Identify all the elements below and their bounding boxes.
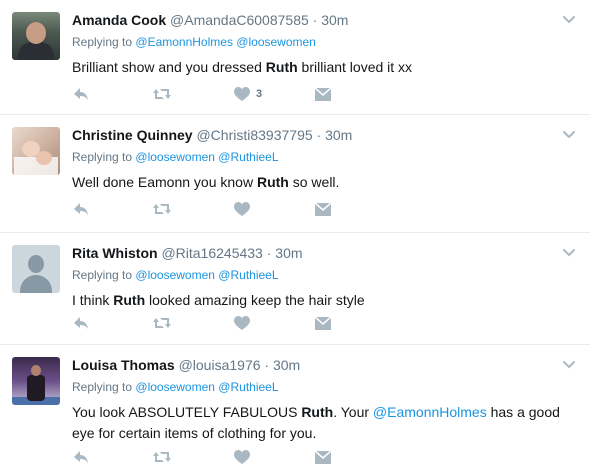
direct-message-button[interactable] xyxy=(315,201,331,217)
replying-to-label: Replying to xyxy=(72,268,133,282)
chevron-down-icon[interactable] xyxy=(562,245,576,259)
mention-link[interactable]: @EamonnHolmes xyxy=(135,35,233,49)
display-name[interactable]: Christine Quinney xyxy=(72,127,193,143)
replying-to-label: Replying to xyxy=(72,380,133,394)
text-part: brilliant loved it xx xyxy=(297,59,413,75)
mention-link[interactable]: @loosewomen xyxy=(135,268,215,282)
envelope-icon xyxy=(315,450,331,464)
avatar[interactable] xyxy=(12,357,60,405)
tweet-text: You look ABSOLUTELY FABULOUS Ruth. Your … xyxy=(72,402,578,444)
mention-link[interactable]: @RuthieeL xyxy=(218,268,278,282)
display-name[interactable]: Amanda Cook xyxy=(72,12,166,28)
separator-dot: · xyxy=(266,245,272,261)
highlighted-keyword: Ruth xyxy=(256,174,289,190)
heart-icon xyxy=(234,449,250,465)
timestamp[interactable]: 30m xyxy=(325,127,352,143)
replying-to: Replying to @loosewomen @RuthieeL xyxy=(72,266,578,284)
mention-link[interactable]: @RuthieeL xyxy=(218,150,278,164)
replying-to: Replying to @EamonnHolmes @loosewomen xyxy=(72,33,578,51)
username[interactable]: @Christi83937795 xyxy=(196,127,312,143)
retweet-button[interactable] xyxy=(152,86,172,102)
highlighted-keyword: Ruth xyxy=(301,404,334,420)
avatar[interactable] xyxy=(12,12,60,60)
tweet-feed: Amanda Cook @AmandaC60087585 · 30m Reply… xyxy=(0,0,590,473)
replying-to-label: Replying to xyxy=(72,150,133,164)
retweet-button[interactable] xyxy=(152,201,172,217)
highlighted-keyword: Ruth xyxy=(113,292,146,308)
timestamp[interactable]: 30m xyxy=(273,357,300,373)
like-count: 3 xyxy=(256,88,263,100)
separator-dot: · xyxy=(264,357,270,373)
chevron-down-icon[interactable] xyxy=(562,12,576,26)
tweet[interactable]: Amanda Cook @AmandaC60087585 · 30m Reply… xyxy=(0,0,590,115)
tweet-text: I think Ruth looked amazing keep the hai… xyxy=(72,290,578,311)
direct-message-button[interactable] xyxy=(315,449,331,465)
highlighted-keyword: Ruth xyxy=(265,59,298,75)
avatar[interactable] xyxy=(12,127,60,175)
reply-button[interactable] xyxy=(72,449,90,465)
direct-message-button[interactable] xyxy=(315,86,331,102)
retweet-icon xyxy=(152,201,172,217)
mention-link[interactable]: @loosewomen xyxy=(135,150,215,164)
envelope-icon xyxy=(315,316,331,330)
avatar[interactable] xyxy=(12,245,60,293)
heart-icon xyxy=(234,201,250,217)
envelope-icon xyxy=(315,202,331,216)
mention-link[interactable]: @loosewomen xyxy=(135,380,215,394)
chevron-down-icon[interactable] xyxy=(562,127,576,141)
timestamp[interactable]: 30m xyxy=(275,245,302,261)
text-part: You look ABSOLUTELY FABULOUS xyxy=(72,404,302,420)
reply-button[interactable] xyxy=(72,201,90,217)
replying-to: Replying to @loosewomen @RuthieeL xyxy=(72,148,578,166)
username[interactable]: @louisa1976 xyxy=(179,357,261,373)
retweet-icon xyxy=(152,449,172,465)
username[interactable]: @AmandaC60087585 xyxy=(170,12,309,28)
like-button[interactable] xyxy=(234,449,256,465)
separator-dot: · xyxy=(316,127,322,143)
timestamp[interactable]: 30m xyxy=(321,12,348,28)
heart-icon xyxy=(234,315,250,331)
tweet-text: Well done Eamonn you know Ruth so well. xyxy=(72,172,578,193)
reply-icon xyxy=(72,86,90,102)
text-part: looked amazing keep the hair style xyxy=(145,292,365,308)
separator-dot: · xyxy=(312,12,318,28)
tweet[interactable]: Louisa Thomas @louisa1976 · 30m Replying… xyxy=(0,345,590,473)
envelope-icon xyxy=(315,87,331,101)
username[interactable]: @Rita16245433 xyxy=(161,245,262,261)
like-button[interactable]: 3 xyxy=(234,86,262,102)
tweet[interactable]: Christine Quinney @Christi83937795 · 30m… xyxy=(0,115,590,233)
mention-link[interactable]: @RuthieeL xyxy=(218,380,278,394)
text-part: Well done Eamonn you know xyxy=(72,174,257,190)
tweet[interactable]: Rita Whiston @Rita16245433 · 30m Replyin… xyxy=(0,233,590,345)
text-part: . Your xyxy=(333,404,373,420)
like-button[interactable] xyxy=(234,315,256,331)
mention-link[interactable]: @loosewomen xyxy=(236,35,316,49)
display-name[interactable]: Louisa Thomas xyxy=(72,357,175,373)
retweet-icon xyxy=(152,86,172,102)
tweet-text: Brilliant show and you dressed Ruth bril… xyxy=(72,57,578,78)
retweet-icon xyxy=(152,315,172,331)
display-name[interactable]: Rita Whiston xyxy=(72,245,158,261)
reply-icon xyxy=(72,449,90,465)
text-part: so well. xyxy=(288,174,340,190)
retweet-button[interactable] xyxy=(152,449,172,465)
chevron-down-icon[interactable] xyxy=(562,357,576,371)
replying-to-label: Replying to xyxy=(72,35,133,49)
text-part: Brilliant show and you dressed xyxy=(72,59,266,75)
reply-icon xyxy=(72,201,90,217)
reply-icon xyxy=(72,315,90,331)
retweet-button[interactable] xyxy=(152,315,172,331)
mention-link[interactable]: @EamonnHolmes xyxy=(373,404,487,420)
reply-button[interactable] xyxy=(72,86,90,102)
like-button[interactable] xyxy=(234,201,256,217)
text-part: I think xyxy=(72,292,114,308)
heart-icon xyxy=(234,86,250,102)
direct-message-button[interactable] xyxy=(315,315,331,331)
reply-button[interactable] xyxy=(72,315,90,331)
replying-to: Replying to @loosewomen @RuthieeL xyxy=(72,378,578,396)
